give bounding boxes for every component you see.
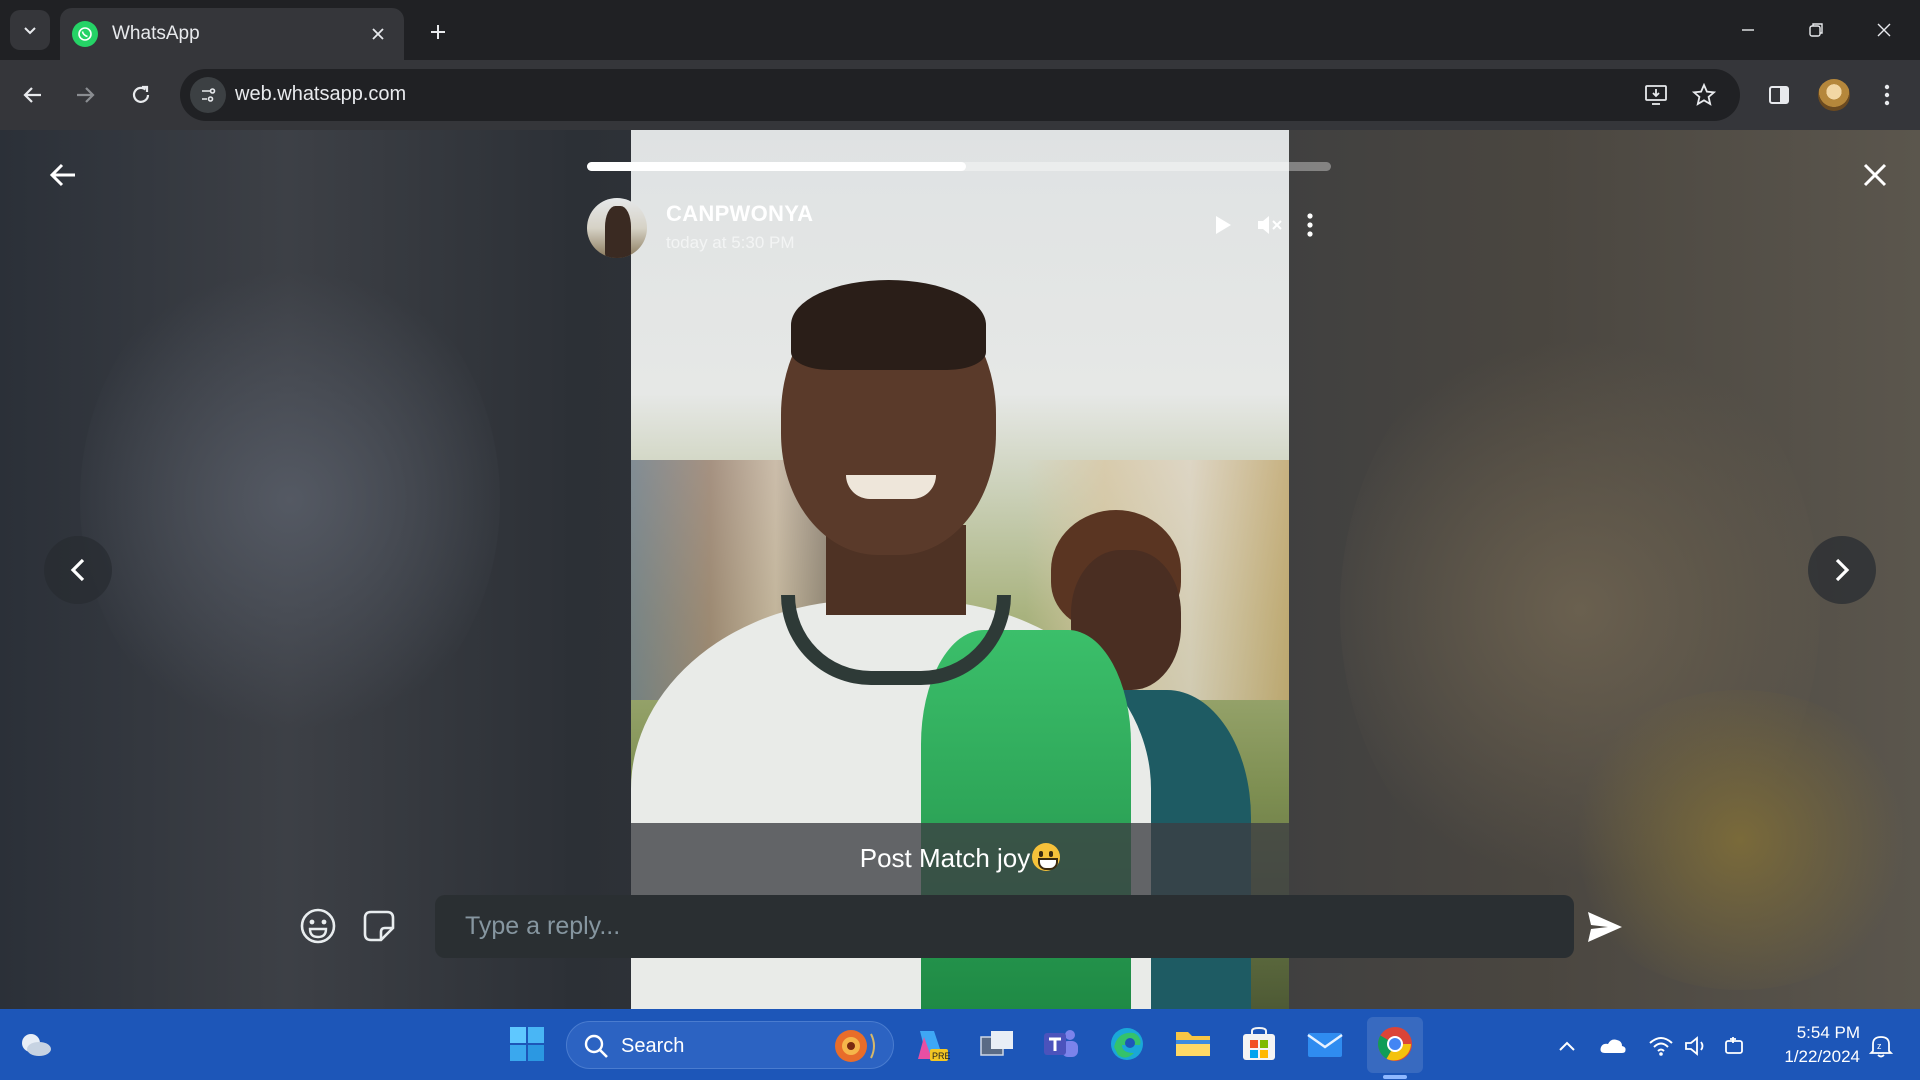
search-icon	[584, 1034, 608, 1058]
sticker-icon[interactable]	[355, 902, 403, 950]
more-options-icon[interactable]	[1293, 208, 1327, 242]
back-arrow-icon[interactable]	[44, 156, 82, 194]
play-icon[interactable]	[1206, 208, 1240, 242]
status-header: CANPWONYA today at 5:30 PM	[587, 198, 1331, 262]
system-clock[interactable]: 5:54 PM 1/22/2024	[1760, 1021, 1860, 1069]
copilot-icon[interactable]: PRE	[906, 1019, 956, 1069]
side-panel-icon[interactable]	[1760, 76, 1798, 114]
tab-search-button[interactable]	[10, 10, 50, 50]
close-tab-icon[interactable]	[364, 20, 392, 48]
url-text: web.whatsapp.com	[235, 83, 407, 105]
windows-start-icon[interactable]	[502, 1019, 552, 1069]
browser-toolbar: web.whatsapp.com	[0, 60, 1920, 130]
restore-icon[interactable]	[1782, 0, 1850, 60]
status-progress-bar	[587, 162, 1331, 171]
status-viewer: CANPWONYA today at 5:30 PM Post Match jo…	[0, 130, 1920, 1009]
status-progress-fill	[587, 162, 967, 171]
mute-icon[interactable]	[1253, 208, 1287, 242]
chrome-running-indicator	[1383, 1075, 1407, 1079]
install-app-icon[interactable]	[1640, 79, 1672, 111]
menu-icon[interactable]	[1868, 76, 1906, 114]
site-info-icon[interactable]	[190, 77, 226, 113]
search-label: Search	[621, 1035, 685, 1057]
chevron-left-icon	[70, 558, 85, 582]
onedrive-icon[interactable]	[1598, 1031, 1628, 1061]
tab-title: WhatsApp	[112, 23, 200, 44]
weather-icon[interactable]	[10, 1019, 60, 1069]
forward-icon[interactable]	[66, 76, 104, 114]
browser-tab-strip: WhatsApp	[0, 0, 1920, 60]
chrome-icon[interactable]	[1370, 1019, 1420, 1069]
show-hidden-icons-chevron-icon[interactable]	[1552, 1031, 1582, 1061]
contact-avatar[interactable]	[587, 198, 647, 258]
new-tab-icon[interactable]	[420, 14, 456, 50]
volume-icon[interactable]	[1682, 1031, 1712, 1061]
battery-charging-icon[interactable]	[1720, 1031, 1750, 1061]
taskbar-search[interactable]: Search	[566, 1021, 894, 1069]
emoji-icon[interactable]	[294, 902, 342, 950]
notifications-icon[interactable]: z	[1866, 1031, 1896, 1061]
whatsapp-favicon-icon	[72, 21, 98, 47]
tab-whatsapp[interactable]: WhatsApp	[60, 8, 404, 60]
blurred-background	[80, 250, 500, 750]
status-caption-bar: Post Match joy	[631, 823, 1289, 903]
clock-time: 5:54 PM	[1796, 1023, 1860, 1042]
microsoft-store-icon[interactable]	[1234, 1019, 1284, 1069]
next-status-button[interactable]	[1808, 536, 1876, 604]
status-caption: Post Match joy	[859, 843, 1031, 873]
windows-taskbar: Search PRE 5:54 PM 1/22/2024 z	[0, 1009, 1920, 1080]
bookmark-star-icon[interactable]	[1688, 79, 1720, 111]
svg-text:z: z	[1877, 1041, 1882, 1051]
wifi-icon[interactable]	[1646, 1031, 1676, 1061]
profile-avatar[interactable]	[1818, 79, 1850, 111]
mail-icon[interactable]	[1300, 1019, 1350, 1069]
close-viewer-icon[interactable]	[1856, 156, 1894, 194]
status-timestamp: today at 5:30 PM	[666, 233, 795, 252]
file-explorer-icon[interactable]	[1168, 1019, 1218, 1069]
reply-input[interactable]	[435, 895, 1574, 958]
chevron-down-icon	[24, 27, 36, 35]
close-window-icon[interactable]	[1850, 0, 1918, 60]
address-bar[interactable]: web.whatsapp.com	[180, 69, 1740, 121]
clock-date: 1/22/2024	[1784, 1047, 1860, 1066]
chevron-right-icon	[1835, 558, 1850, 582]
previous-status-button[interactable]	[44, 536, 112, 604]
contact-name[interactable]: CANPWONYA	[666, 201, 813, 227]
minimize-icon[interactable]	[1714, 0, 1782, 60]
grinning-face-emoji	[1032, 843, 1061, 871]
reload-icon[interactable]	[122, 76, 160, 114]
svg-text:PRE: PRE	[932, 1051, 950, 1061]
back-icon[interactable]	[14, 76, 52, 114]
teams-icon[interactable]	[1036, 1019, 1086, 1069]
edge-icon[interactable]	[1102, 1019, 1152, 1069]
send-icon[interactable]	[1580, 902, 1630, 952]
task-view-icon[interactable]	[972, 1019, 1022, 1069]
search-highlight-icon	[835, 1030, 875, 1062]
